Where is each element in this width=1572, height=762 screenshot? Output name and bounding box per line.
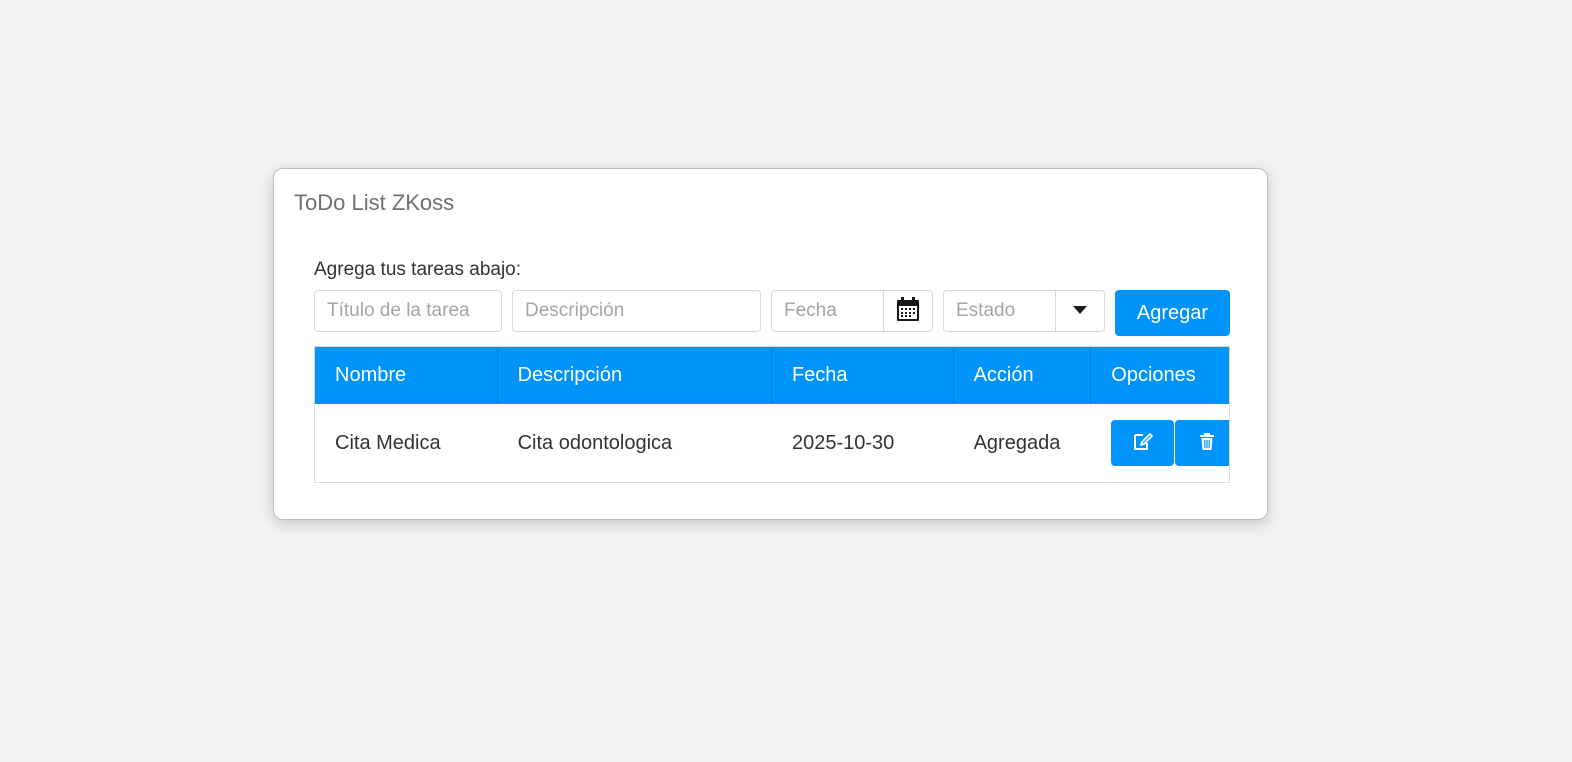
form-intro-label: Agrega tus tareas abajo: — [314, 259, 522, 280]
calendar-icon — [896, 296, 920, 327]
column-header-date[interactable]: Fecha — [772, 347, 954, 404]
task-status-field[interactable] — [943, 290, 1105, 332]
chevron-down-icon — [1072, 302, 1088, 320]
add-task-button[interactable]: Agregar — [1115, 290, 1230, 336]
table-header: Nombre Descripción Fecha Acción Opciones — [315, 347, 1229, 404]
column-header-action[interactable]: Acción — [954, 347, 1092, 404]
date-picker-button[interactable] — [883, 291, 932, 331]
task-description-field[interactable] — [512, 290, 761, 332]
table-row: Cita Medica Cita odontologica 2025-10-30… — [315, 404, 1229, 482]
cell-action: Agregada — [973, 431, 1061, 454]
column-header-description[interactable]: Descripción — [498, 347, 772, 404]
task-title-field[interactable] — [314, 290, 502, 332]
cell-name: Cita Medica — [335, 431, 441, 454]
cell-description: Cita odontologica — [517, 431, 673, 454]
column-header-options[interactable]: Opciones — [1091, 347, 1229, 404]
window-title: ToDo List ZKoss — [294, 190, 455, 215]
task-date-field[interactable] — [771, 290, 933, 332]
column-header-name[interactable]: Nombre — [315, 347, 498, 404]
trash-icon — [1199, 432, 1215, 454]
task-date-input[interactable] — [772, 291, 884, 331]
tasks-table: Nombre Descripción Fecha Acción Opciones… — [314, 346, 1230, 483]
task-description-input[interactable] — [513, 291, 760, 331]
status-dropdown-button[interactable] — [1055, 291, 1104, 331]
task-title-input[interactable] — [315, 291, 501, 331]
edit-icon — [1132, 432, 1154, 455]
task-status-input[interactable] — [944, 291, 1056, 331]
cell-options — [1091, 404, 1229, 482]
todo-window: ToDo List ZKoss Agrega tus tareas abajo: — [273, 168, 1268, 520]
delete-task-button[interactable] — [1175, 420, 1229, 466]
cell-date: 2025-10-30 — [791, 431, 895, 454]
edit-task-button[interactable] — [1111, 420, 1175, 466]
